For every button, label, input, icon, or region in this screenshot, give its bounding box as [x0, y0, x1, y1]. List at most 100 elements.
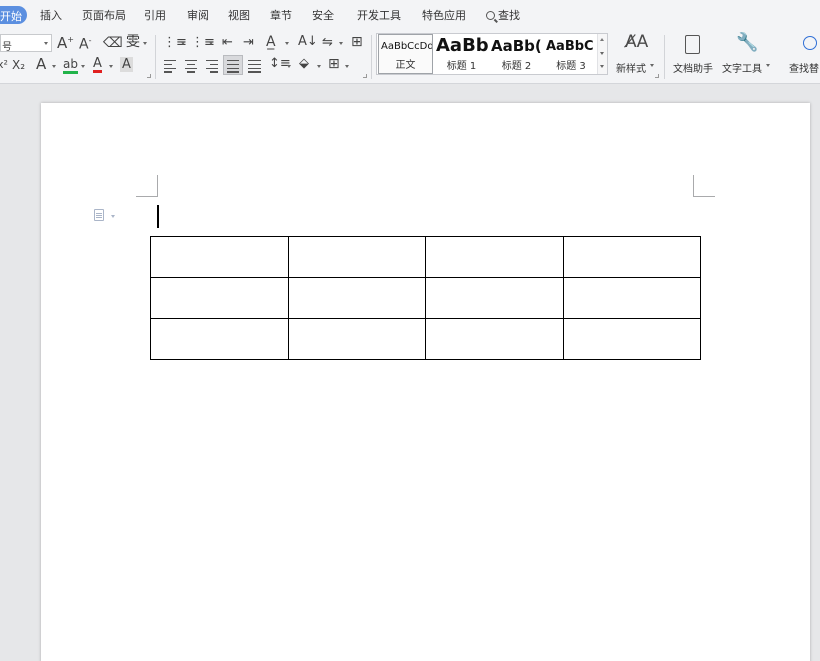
table-cell[interactable] — [287, 277, 426, 319]
table-cell[interactable] — [425, 277, 564, 319]
superscript-icon[interactable]: x² — [0, 59, 8, 70]
tab-chapter[interactable]: 章节 — [270, 7, 292, 23]
chevron-down-icon — [317, 65, 321, 68]
chevron-down-icon — [81, 65, 85, 68]
chevron-down-icon — [339, 42, 343, 45]
font-color-icon[interactable]: A — [93, 57, 102, 73]
style-heading-1[interactable]: AaBb 标题 1 — [434, 34, 489, 74]
tab-view[interactable]: 视图 — [228, 7, 250, 23]
style-heading-2[interactable]: AaBb( 标题 2 — [489, 34, 544, 74]
group-separator — [155, 35, 156, 79]
increase-indent-icon[interactable]: ⇥ — [243, 36, 254, 49]
align-center-icon[interactable] — [185, 60, 197, 75]
font-size-value: 号 — [2, 42, 12, 53]
chevron-down-icon — [181, 42, 185, 45]
text-tools-button[interactable]: 文字工具 — [722, 60, 762, 75]
document-helper-button[interactable]: 文档助手 — [673, 60, 713, 75]
show-hide-marks-icon[interactable]: ⇋ — [322, 36, 333, 49]
table-cell[interactable] — [425, 318, 564, 360]
align-left-icon[interactable] — [164, 60, 176, 75]
menu-bar: 开始 插入 页面布局 引用 审阅 视图 章节 安全 开发工具 特色应用 查找 — [0, 0, 820, 31]
chevron-down-icon — [109, 65, 113, 68]
document-table[interactable] — [150, 236, 701, 360]
tab-insert[interactable]: 插入 — [40, 7, 62, 23]
style-sample: AaBb( — [491, 37, 542, 55]
style-gallery: AaBbCcDd 正文 AaBb 标题 1 AaBb( 标题 2 AaBbC 标… — [376, 33, 608, 75]
tab-references[interactable]: 引用 — [144, 7, 166, 23]
style-name: 正文 — [395, 60, 416, 71]
chinese-layout-icon[interactable]: A̲ — [266, 35, 276, 49]
align-right-icon[interactable] — [206, 60, 218, 75]
text-cursor — [157, 205, 159, 228]
table-cell[interactable] — [562, 236, 701, 278]
tab-page-layout[interactable]: 页面布局 — [82, 7, 126, 23]
find-replace-button[interactable]: 查找替 — [789, 60, 819, 75]
new-style-button[interactable]: 新样式 — [616, 60, 646, 75]
distributed-align-icon[interactable] — [248, 60, 261, 75]
tab-developer-tools[interactable]: 开发工具 — [357, 7, 401, 23]
chevron-down-icon — [44, 42, 48, 45]
document-canvas[interactable] — [0, 84, 820, 661]
styles-dialog-launcher[interactable] — [655, 74, 659, 78]
grow-font-icon[interactable]: A+ — [57, 36, 74, 51]
style-name: 标题 1 — [446, 61, 477, 72]
tab-security[interactable]: 安全 — [312, 7, 334, 23]
clear-format-icon[interactable]: ⌫ — [103, 36, 123, 50]
table-cell[interactable] — [287, 318, 426, 360]
style-name: 标题 2 — [501, 61, 532, 72]
chevron-down-icon — [766, 64, 770, 67]
margin-corner-mark — [136, 175, 158, 197]
font-dialog-launcher[interactable] — [147, 74, 151, 78]
search-command[interactable]: 查找 — [486, 7, 520, 23]
search-icon — [486, 11, 495, 20]
chevron-up-icon[interactable] — [600, 38, 604, 41]
font-size-combo[interactable]: 号 — [0, 34, 52, 53]
paragraph-shading-icon[interactable]: ⬙ — [299, 57, 309, 70]
style-heading-3[interactable]: AaBbC 标题 3 — [544, 34, 598, 74]
table-grid-icon[interactable]: ⊞ — [351, 35, 363, 49]
find-replace-icon[interactable] — [803, 36, 817, 50]
table-cell[interactable] — [150, 277, 289, 319]
table-cell[interactable] — [287, 236, 426, 278]
tab-special-apps[interactable]: 特色应用 — [422, 7, 466, 23]
borders-icon[interactable]: ⊞ — [328, 57, 340, 71]
tab-home[interactable]: 开始 — [0, 6, 27, 24]
phonetic-guide-icon[interactable]: 雯 — [126, 35, 140, 49]
table-cell[interactable] — [150, 236, 289, 278]
table-row — [150, 318, 701, 360]
document-page[interactable] — [41, 103, 810, 661]
group-separator — [371, 35, 372, 79]
chevron-down-icon[interactable] — [600, 52, 604, 55]
gallery-scrollbar[interactable] — [597, 34, 607, 74]
ribbon-toolbar: 号 A+ A- ⌫ 雯 x² X₂ A ab A A ⋮≡ ⋮≡ ⇤ ⇥ A̲ … — [0, 31, 820, 84]
chevron-down-icon — [650, 64, 654, 67]
text-effect-icon[interactable]: A — [36, 57, 46, 72]
justify-icon — [227, 60, 239, 75]
sort-icon[interactable]: A↓ — [298, 35, 318, 48]
chevron-down-icon[interactable] — [111, 215, 115, 218]
chevron-down-icon — [285, 42, 289, 45]
style-sample: AaBb — [436, 35, 489, 56]
document-helper-icon[interactable] — [685, 35, 700, 54]
table-row — [150, 236, 701, 278]
paragraph-dialog-launcher[interactable] — [363, 74, 367, 78]
table-cell[interactable] — [425, 236, 564, 278]
paragraph-layout-icon[interactable] — [94, 209, 104, 221]
highlight-color-icon[interactable]: ab — [63, 58, 78, 74]
character-shading-icon[interactable]: A — [120, 57, 133, 72]
more-styles-icon[interactable] — [600, 65, 604, 68]
line-spacing-icon[interactable]: ↕≡ — [269, 57, 291, 70]
tab-review[interactable]: 审阅 — [187, 7, 209, 23]
style-normal[interactable]: AaBbCcDd 正文 — [378, 34, 433, 74]
shrink-font-icon[interactable]: A- — [79, 37, 91, 52]
table-cell[interactable] — [562, 318, 701, 360]
table-cell[interactable] — [562, 277, 701, 319]
wrench-icon[interactable]: 🔧 — [736, 34, 758, 52]
style-sample: AaBbCcDd — [381, 41, 433, 52]
new-style-icon[interactable]: A̸A — [625, 34, 648, 51]
subscript-icon[interactable]: X₂ — [12, 59, 25, 71]
table-cell[interactable] — [150, 318, 289, 360]
decrease-indent-icon[interactable]: ⇤ — [222, 36, 233, 49]
justify-button[interactable] — [223, 55, 243, 75]
style-sample: AaBbC — [546, 39, 594, 54]
